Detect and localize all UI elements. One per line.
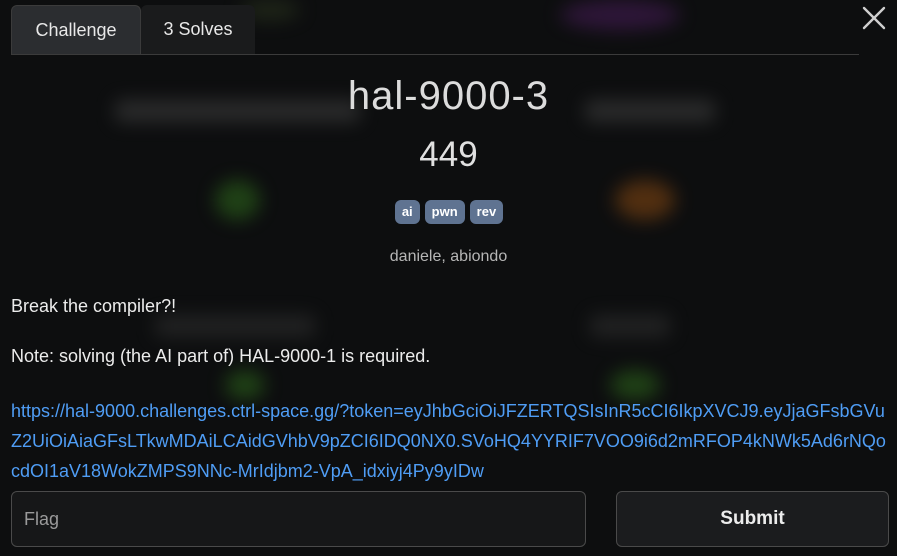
submit-button[interactable]: Submit xyxy=(616,491,889,547)
close-button[interactable] xyxy=(861,5,887,31)
tab-solves[interactable]: 3 Solves xyxy=(141,5,255,54)
challenge-points: 449 xyxy=(419,135,478,174)
challenge-authors: daniele, abiondo xyxy=(389,248,508,265)
description-line-2: Note: solving (the AI part of) HAL-9000-… xyxy=(11,346,431,366)
tag-pwn: pwn xyxy=(424,200,465,224)
challenge-title: hal-9000-3 xyxy=(347,74,550,118)
challenge-modal: Challenge 3 Solves hal-9000-3 449 ai pwn… xyxy=(0,0,897,556)
tab-bar: Challenge 3 Solves xyxy=(11,4,859,55)
description-line-1: Break the compiler?! xyxy=(11,296,177,316)
tab-challenge[interactable]: Challenge xyxy=(11,5,141,54)
tag-rev: rev xyxy=(469,200,504,224)
tag-list: ai pwn rev xyxy=(0,200,897,224)
flag-input[interactable] xyxy=(11,491,586,547)
close-icon[interactable] xyxy=(861,5,887,31)
tag-ai: ai xyxy=(394,200,420,224)
challenge-link[interactable]: https://hal-9000.challenges.ctrl-space.g… xyxy=(11,396,891,486)
